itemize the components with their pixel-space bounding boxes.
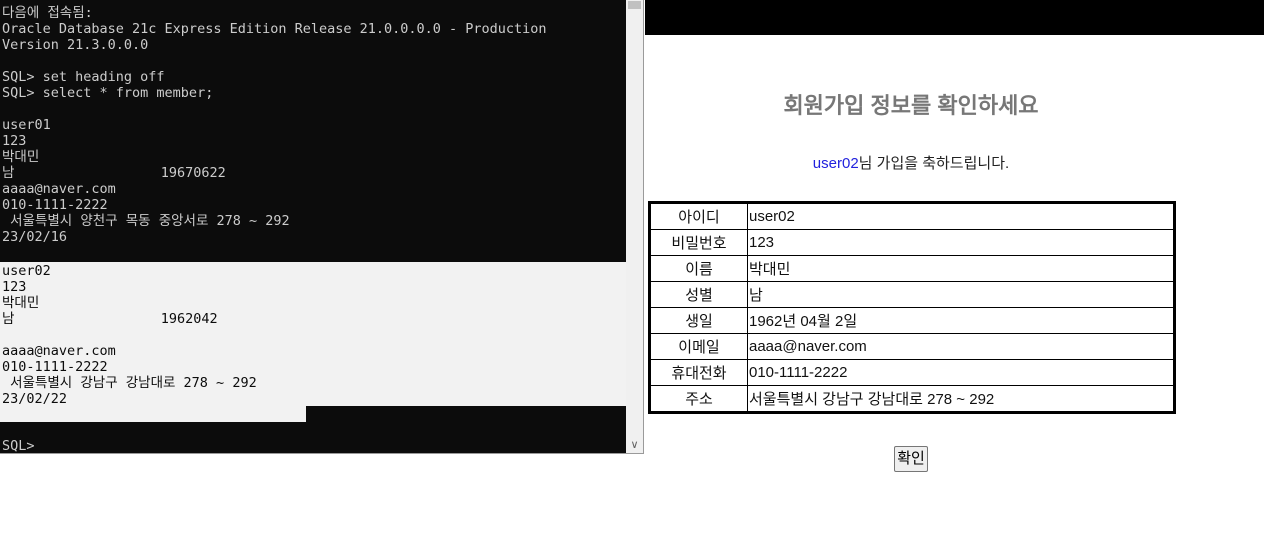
scroll-down-arrow-icon[interactable]: ∨ [626,436,643,453]
table-row: 이름 박대민 [649,255,1175,282]
selected-text-highlight-tail [0,406,306,422]
welcome-suffix: 님 가입을 축하드립니다. [858,155,1010,172]
row-value: 010-1111-2222 [747,359,1175,386]
row-label: 이메일 [649,333,748,360]
row-value: 123 [747,229,1175,256]
scrollbar-thumb[interactable] [628,1,641,9]
sqlplus-console-window[interactable]: 다음에 접속됨: Oracle Database 21c Express Edi… [0,0,644,454]
row-label: 휴대전화 [649,359,748,386]
page-title: 회원가입 정보를 확인하세요 [783,93,1039,118]
row-label: 생일 [649,307,748,334]
table-row: 주소 서울특별시 강남구 강남대로 278 ~ 292 [649,385,1175,413]
confirm-button[interactable]: 확인 [894,446,928,472]
row-label: 성별 [649,281,748,308]
row-value: 남 [747,281,1175,308]
row-label: 아이디 [649,202,748,230]
table-row: 아이디 user02 [649,202,1175,230]
row-label: 주소 [649,385,748,413]
table-row: 성별 남 [649,281,1175,308]
console-output: 다음에 접속됨: Oracle Database 21c Express Edi… [2,5,547,245]
welcome-user-id: user02 [812,155,859,172]
row-value: 서울특별시 강남구 강남대로 278 ~ 292 [747,385,1175,413]
browser-top-strip [645,0,1264,35]
selected-console-output: user02 123 박대민 남 1962042 aaaa@naver.com … [2,263,257,407]
member-info-table: 아이디 user02 비밀번호 123 이름 박대민 성별 남 생일 1962년 04월 2일 이메… [648,201,1176,414]
row-value: user02 [747,202,1175,230]
row-label: 이름 [649,255,748,282]
table-row: 비밀번호 123 [649,229,1175,256]
row-value: 박대민 [747,255,1175,282]
table-row: 생일 1962년 04월 2일 [649,307,1175,334]
table-row: 휴대전화 010-1111-2222 [649,359,1175,386]
row-label: 비밀번호 [649,229,748,256]
row-value: 1962년 04월 2일 [747,307,1175,334]
row-value: aaaa@naver.com [747,333,1175,360]
table-row: 이메일 aaaa@naver.com [649,333,1175,360]
sql-prompt[interactable]: SQL> [2,438,35,453]
welcome-message: user02님 가입을 축하드립니다. [645,152,1177,173]
console-scrollbar[interactable]: ∨ [626,0,643,453]
